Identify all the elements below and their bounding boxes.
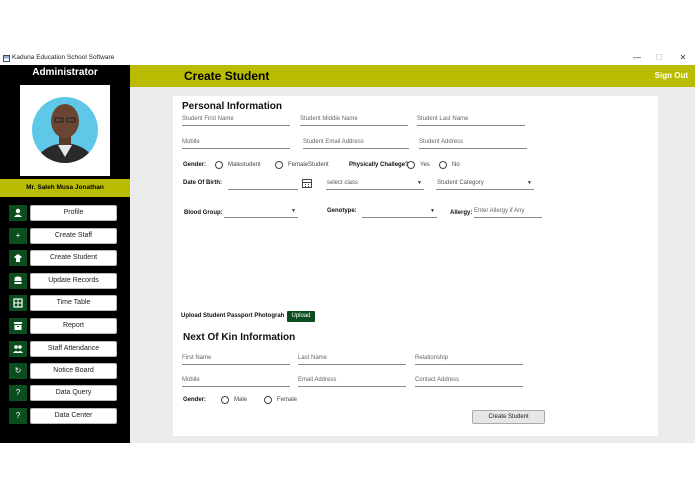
sidebar-item-label[interactable]: Create Staff — [30, 228, 117, 244]
role-title: Administrator — [32, 67, 98, 78]
challenged-yes-radio[interactable] — [407, 161, 415, 169]
physically-challenged-label: Physically Challege? — [349, 162, 409, 168]
student-address-field[interactable]: Student Address — [419, 138, 527, 149]
kin-gender-female-label: Female — [277, 397, 298, 403]
student-email-field[interactable]: Student Email Address — [303, 138, 409, 149]
kin-contact-address-field[interactable]: Contact Address — [415, 376, 523, 387]
database-icon — [9, 273, 27, 289]
window-titlebar: Kaduna Education School Software — ☐ ✕ — [0, 52, 695, 65]
sidebar-item-staff-attendance[interactable]: Staff Attendance — [9, 341, 117, 357]
kin-email-field[interactable]: Email Address — [298, 376, 406, 387]
window-title: Kaduna Education School Software — [12, 54, 115, 61]
sidebar-item-label[interactable]: Notice Board — [30, 363, 117, 379]
class-select-value: select class — [327, 180, 359, 186]
next-of-kin-heading: Next Of Kin Information — [183, 332, 296, 343]
chevron-down-icon: ▼ — [527, 180, 532, 186]
allergy-field[interactable]: Enter Allergy if Any — [474, 207, 542, 218]
blood-group-select[interactable]: ▼ — [224, 207, 298, 218]
student-middle-name-field[interactable]: Student Middle Name — [300, 115, 408, 126]
dob-field[interactable] — [228, 179, 298, 190]
sidebar-item-time-table[interactable]: Time Table — [9, 295, 117, 311]
challenged-no-radio[interactable] — [439, 161, 447, 169]
kin-gender-female-radio[interactable] — [264, 396, 272, 404]
sidebar-item-create-staff[interactable]: + Create Staff — [9, 228, 117, 244]
sidebar-item-label[interactable]: Data Center — [30, 408, 117, 424]
sidebar-item-label[interactable]: Report — [30, 318, 117, 334]
calendar-icon[interactable] — [302, 179, 312, 188]
sidebar-item-data-center[interactable]: ? Data Center — [9, 408, 117, 424]
class-select[interactable]: select class ▼ — [326, 179, 424, 190]
gender-male-radio[interactable] — [215, 161, 223, 169]
mobile-field[interactable]: Mobile — [182, 138, 290, 149]
student-last-name-field[interactable]: Student Last Name — [417, 115, 525, 126]
sidebar-item-report[interactable]: Report — [9, 318, 117, 334]
close-icon[interactable]: ✕ — [676, 53, 690, 62]
chevron-down-icon: ▼ — [430, 208, 435, 214]
user-name-band: Mr. Saleh Musa Jonathan — [0, 179, 130, 197]
student-category-select[interactable]: Student Category ▼ — [436, 179, 534, 190]
sidebar-item-create-student[interactable]: Create Student — [9, 250, 117, 266]
users-icon — [9, 341, 27, 357]
upload-button[interactable]: Upload — [287, 311, 315, 322]
kin-gender-male-label: Male — [234, 397, 248, 403]
kin-mobile-field[interactable]: Mobile — [182, 376, 290, 387]
personal-info-heading: Personal Information — [182, 101, 283, 112]
gender-female-label: FemaleStudent — [288, 162, 329, 168]
table-icon — [9, 295, 27, 311]
page-title: Create Student — [184, 69, 270, 83]
user-name: Mr. Saleh Musa Jonathan — [26, 184, 104, 191]
app-icon — [3, 55, 10, 62]
refresh-icon: ↻ — [9, 363, 27, 379]
create-student-button[interactable]: Create Student — [472, 410, 545, 424]
student-category-value: Student Category — [437, 180, 484, 186]
kin-gender-label: Gender: — [183, 397, 207, 403]
archive-icon — [9, 318, 27, 334]
kin-first-name-field[interactable]: First Name — [182, 354, 290, 365]
challenged-no-label: No — [452, 162, 460, 168]
page-header: Create Student Sign Out — [130, 65, 695, 87]
gender-male-label: Malestudent — [228, 162, 261, 168]
maximize-icon[interactable]: ☐ — [652, 53, 666, 62]
sidebar: Administrator Mr. Saleh Musa Jonathan Pr… — [0, 65, 130, 443]
gender-label: Gender: — [183, 162, 207, 168]
sidebar-item-label[interactable]: Time Table — [30, 295, 117, 311]
question-icon: ? — [9, 408, 27, 424]
avatar — [20, 85, 110, 176]
question-icon: ? — [9, 385, 27, 401]
genotype-select[interactable]: ▼ — [362, 207, 437, 218]
kin-relationship-field[interactable]: Relationship — [415, 354, 523, 365]
genotype-label: Genotype: — [327, 208, 357, 214]
minimize-icon[interactable]: — — [630, 53, 644, 62]
blood-group-label: Blood Group: — [184, 210, 223, 216]
sidebar-item-label[interactable]: Update Records — [30, 273, 117, 289]
sidebar-item-label[interactable]: Create Student — [30, 250, 117, 266]
sign-out-button[interactable]: Sign Out — [655, 71, 688, 80]
sidebar-item-update-records[interactable]: Update Records — [9, 273, 117, 289]
student-icon — [9, 250, 27, 266]
challenged-yes-label: Yes — [420, 162, 430, 168]
chevron-down-icon: ▼ — [417, 180, 422, 186]
sidebar-item-label[interactable]: Data Query — [30, 385, 117, 401]
sidebar-item-label[interactable]: Staff Attendance — [30, 341, 117, 357]
kin-gender-male-radio[interactable] — [221, 396, 229, 404]
student-first-name-field[interactable]: Student First Name — [182, 115, 290, 126]
dob-label: Date Of Birth: — [183, 180, 222, 186]
sidebar-item-notice-board[interactable]: ↻ Notice Board — [9, 363, 117, 379]
sidebar-item-data-query[interactable]: ? Data Query — [9, 385, 117, 401]
upload-photo-label: Upload Student Passport Photograh — [181, 313, 285, 319]
chevron-down-icon: ▼ — [291, 208, 296, 214]
person-icon — [9, 205, 27, 221]
allergy-label: Allergy: — [450, 210, 473, 216]
gender-female-radio[interactable] — [275, 161, 283, 169]
sidebar-item-profile[interactable]: Profile — [9, 205, 117, 221]
sidebar-item-label[interactable]: Profile — [30, 205, 117, 221]
kin-last-name-field[interactable]: Last Name — [298, 354, 406, 365]
plus-icon: + — [9, 228, 27, 244]
